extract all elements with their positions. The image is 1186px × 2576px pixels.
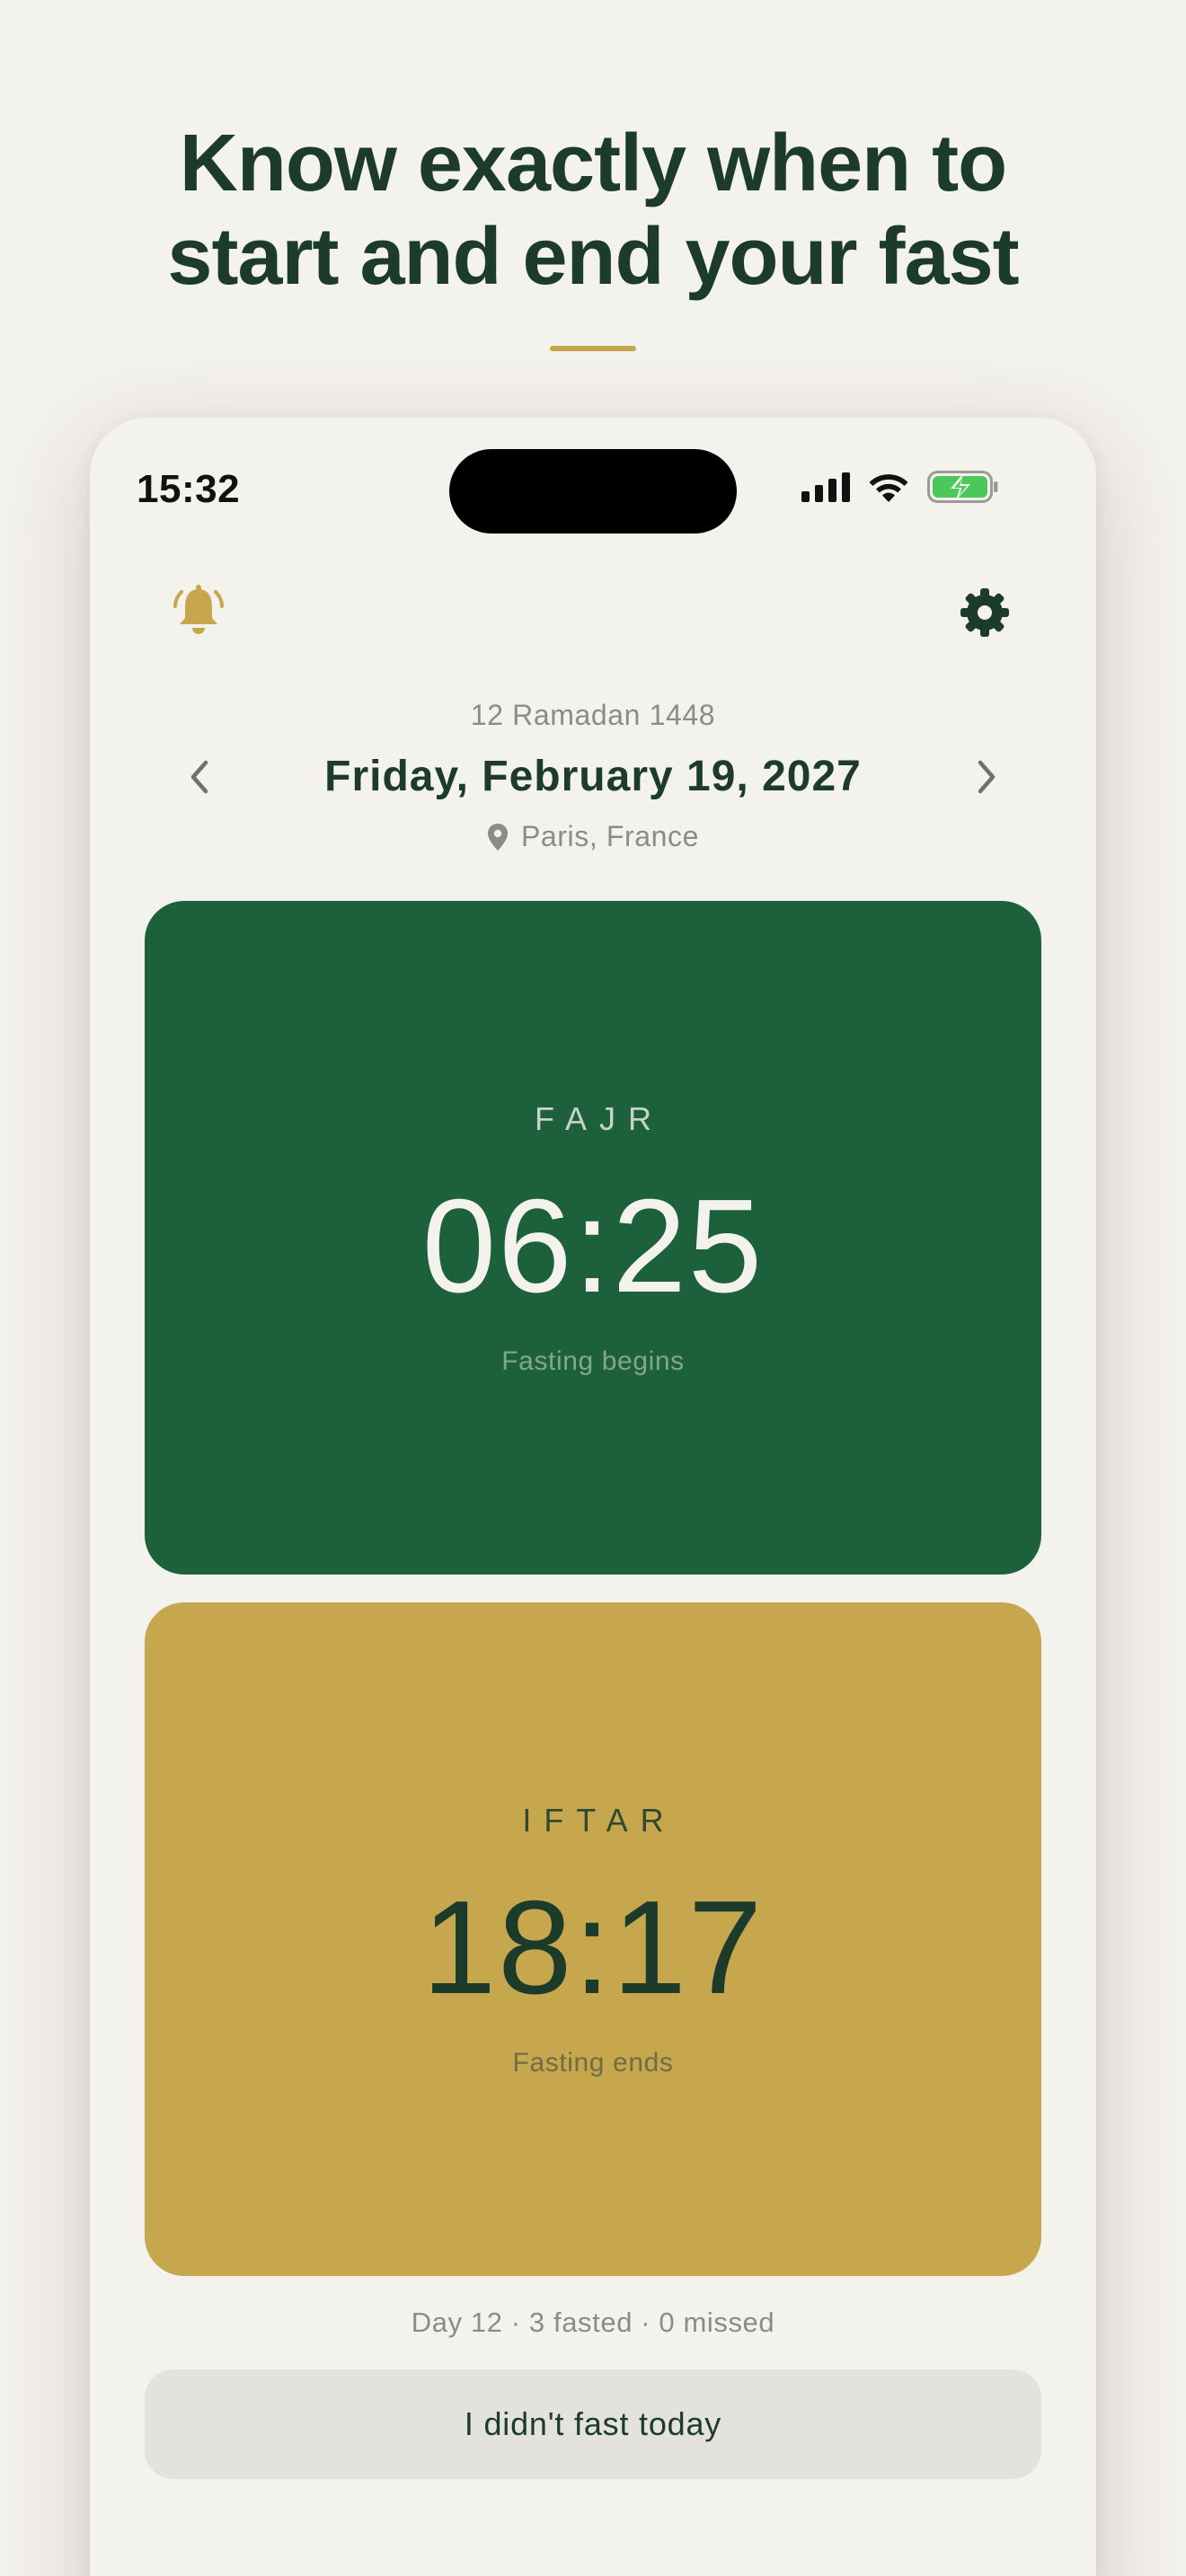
location-pin-icon — [487, 823, 508, 851]
fajr-subtitle: Fasting begins — [501, 1346, 685, 1376]
iftar-card: IFTAR 18:17 Fasting ends — [145, 1602, 1041, 2276]
iftar-label: IFTAR — [522, 1802, 677, 1839]
promo-page: Know exactly when to start and end your … — [0, 0, 1186, 2576]
wifi-icon — [869, 474, 908, 502]
chevron-right-icon[interactable] — [971, 757, 1002, 797]
cellular-signal-icon — [801, 472, 850, 502]
battery-charging-icon — [927, 471, 998, 503]
fajr-card: FAJR 06:25 Fasting begins — [145, 901, 1041, 1575]
didnt-fast-button[interactable]: I didn't fast today — [145, 2369, 1041, 2479]
iftar-time: 18:17 — [421, 1874, 765, 2022]
hijri-date: 12 Ramadan 1448 — [470, 699, 716, 731]
dynamic-island — [449, 449, 737, 534]
status-bar-time: 15:32 — [137, 467, 241, 511]
location-row: Paris, France — [0, 820, 1186, 853]
fajr-time: 06:25 — [421, 1172, 765, 1320]
status-bar-icons — [801, 471, 999, 503]
bell-icon[interactable] — [173, 584, 224, 638]
iftar-subtitle: Fasting ends — [512, 2048, 674, 2078]
gregorian-date: Friday, February 19, 2027 — [324, 753, 862, 800]
promo-headline: Know exactly when to start and end your … — [0, 117, 1186, 304]
fajr-label: FAJR — [534, 1100, 664, 1137]
promo-headline-line-1: Know exactly when to — [179, 119, 1007, 208]
headline-divider — [550, 346, 636, 351]
fasting-stats: Day 12 · 3 fasted · 0 missed — [411, 2307, 775, 2338]
promo-headline-line-2: start and end your fast — [167, 212, 1019, 302]
gear-icon[interactable] — [960, 587, 1010, 638]
location-label: Paris, France — [520, 820, 700, 852]
